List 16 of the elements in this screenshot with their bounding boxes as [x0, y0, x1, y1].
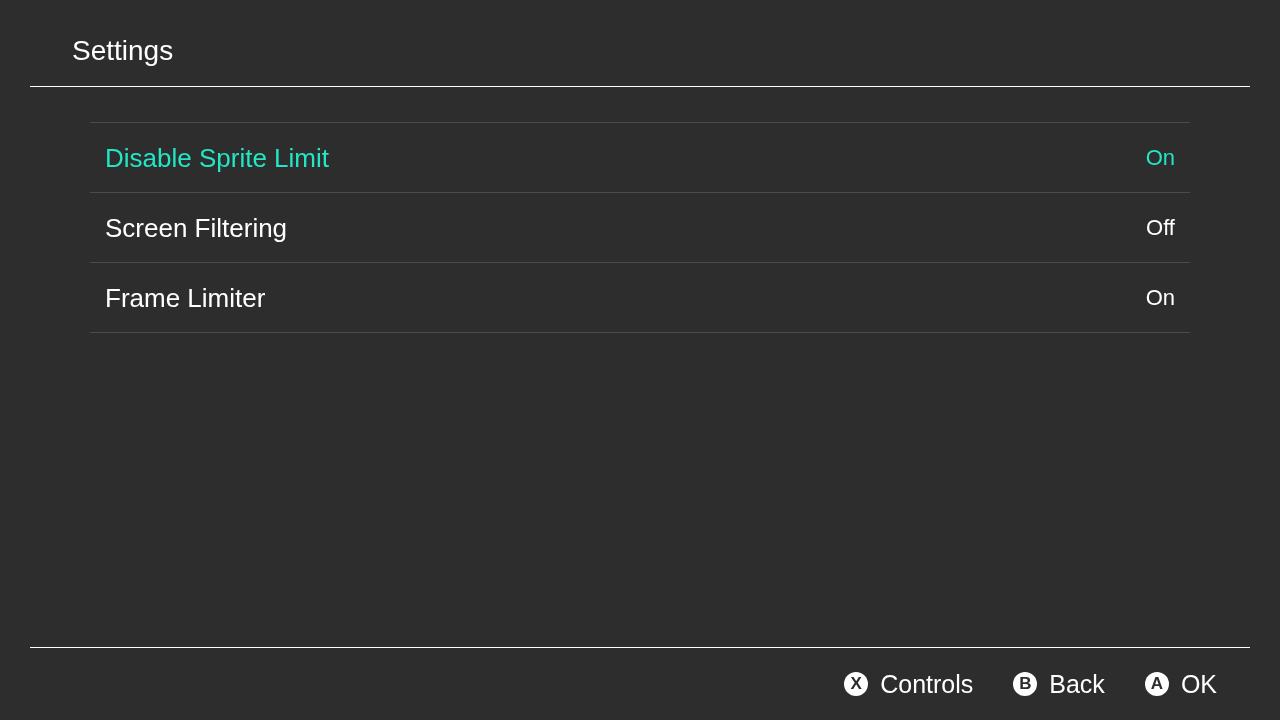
controller-key-icon: X	[844, 672, 869, 696]
setting-name: Frame Limiter	[105, 281, 266, 314]
setting-name: Disable Sprite Limit	[105, 141, 329, 174]
hint-label: Back	[1049, 669, 1105, 699]
settings-row[interactable]: Frame Limiter On	[90, 262, 1190, 333]
setting-value: On	[1145, 143, 1175, 172]
setting-value: Off	[1146, 213, 1175, 242]
setting-value: On	[1145, 283, 1175, 312]
settings-row[interactable]: Disable Sprite Limit On	[90, 122, 1190, 192]
setting-name: Screen Filtering	[105, 211, 288, 244]
controller-key-icon: A	[1144, 672, 1169, 696]
page-title: Settings	[72, 34, 174, 68]
hint-label: OK	[1180, 669, 1217, 699]
hint-label: Controls	[880, 669, 974, 699]
settings-row[interactable]: Screen Filtering Off	[90, 192, 1190, 262]
controller-key-icon: B	[1013, 672, 1038, 696]
